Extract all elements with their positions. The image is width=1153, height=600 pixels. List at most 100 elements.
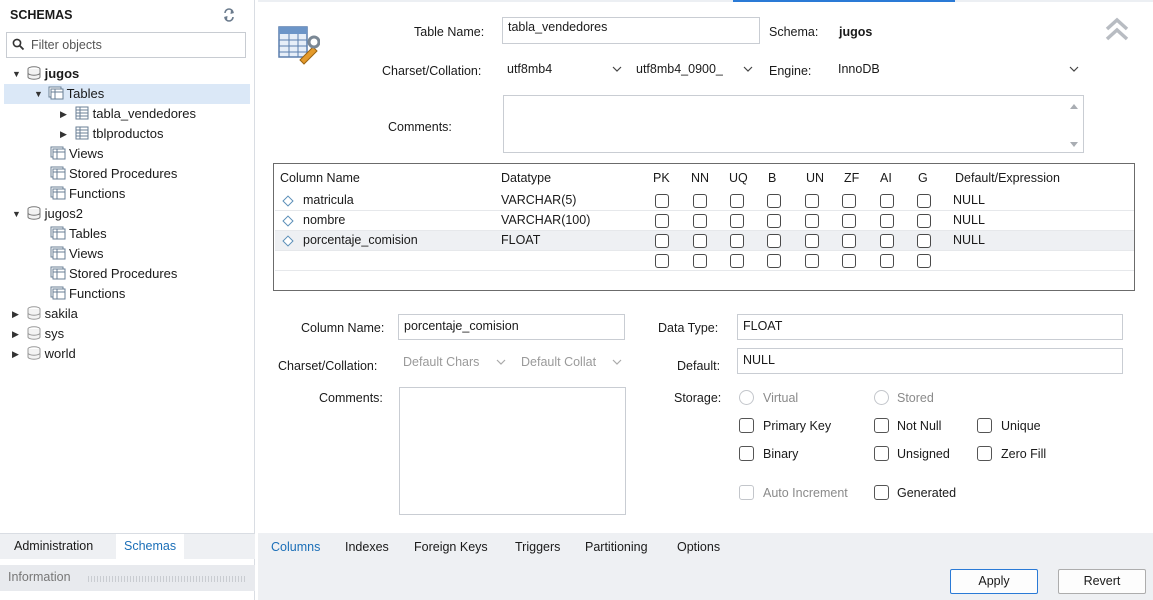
ai-checkbox[interactable] bbox=[880, 234, 894, 248]
schema-jugos[interactable]: ▼ jugos bbox=[12, 64, 79, 84]
default-input[interactable]: NULL bbox=[737, 348, 1123, 374]
tab-indexes[interactable]: Indexes bbox=[345, 540, 389, 554]
header-b[interactable]: B bbox=[768, 171, 776, 185]
table-name-input[interactable]: tabla_vendedores bbox=[502, 17, 760, 44]
pk-checkbox[interactable] bbox=[655, 254, 669, 268]
column-comments-textarea[interactable] bbox=[399, 387, 626, 515]
pk-checkbox[interactable] bbox=[655, 214, 669, 228]
zf-checkbox[interactable] bbox=[842, 254, 856, 268]
tree-item-tables[interactable]: Tables bbox=[50, 224, 107, 244]
refresh-icon[interactable] bbox=[222, 8, 236, 22]
pk-checkbox[interactable] bbox=[655, 194, 669, 208]
pk-checkbox[interactable] bbox=[655, 234, 669, 248]
nn-checkbox[interactable] bbox=[693, 234, 707, 248]
collapsed-arrow-icon[interactable]: ▶ bbox=[60, 124, 70, 144]
generated-checkbox[interactable] bbox=[874, 485, 889, 500]
columns-grid[interactable]: Column Name Datatype PK NN UQ B UN ZF AI… bbox=[273, 163, 1135, 291]
default-cell[interactable]: NULL bbox=[953, 233, 985, 247]
collapse-up-icon[interactable] bbox=[1103, 15, 1131, 43]
primary-key-checkbox[interactable] bbox=[739, 418, 754, 433]
zf-checkbox[interactable] bbox=[842, 234, 856, 248]
expanded-arrow-icon[interactable]: ▼ bbox=[34, 84, 44, 104]
nn-checkbox[interactable] bbox=[693, 214, 707, 228]
tree-item-views[interactable]: Views bbox=[50, 244, 103, 264]
header-datatype[interactable]: Datatype bbox=[501, 171, 551, 185]
tree-item-tblproductos[interactable]: ▶ tblproductos bbox=[60, 124, 163, 144]
expanded-arrow-icon[interactable]: ▼ bbox=[12, 204, 22, 224]
table-row-new[interactable] bbox=[275, 251, 1134, 271]
column-collation-dropdown[interactable]: Default Collat bbox=[517, 350, 627, 374]
data-type-input[interactable]: FLOAT bbox=[737, 314, 1123, 340]
schema-sakila[interactable]: ▶ sakila bbox=[12, 304, 78, 324]
not-null-checkbox[interactable] bbox=[874, 418, 889, 433]
g-checkbox[interactable] bbox=[917, 214, 931, 228]
b-checkbox[interactable] bbox=[767, 194, 781, 208]
tab-options[interactable]: Options bbox=[677, 540, 720, 554]
g-checkbox[interactable] bbox=[917, 194, 931, 208]
zf-checkbox[interactable] bbox=[842, 194, 856, 208]
header-pk[interactable]: PK bbox=[653, 171, 670, 185]
collapsed-arrow-icon[interactable]: ▶ bbox=[12, 344, 22, 364]
datatype-cell[interactable]: VARCHAR(100) bbox=[501, 213, 590, 227]
schema-jugos2[interactable]: ▼ jugos2 bbox=[12, 204, 83, 224]
scroll-arrows-icon[interactable] bbox=[1069, 102, 1079, 148]
charset-dropdown[interactable]: utf8mb4 bbox=[503, 57, 627, 81]
ai-checkbox[interactable] bbox=[880, 214, 894, 228]
header-zf[interactable]: ZF bbox=[844, 171, 859, 185]
stored-radio[interactable] bbox=[874, 390, 889, 405]
column-name-cell[interactable]: nombre bbox=[303, 213, 345, 227]
ai-checkbox[interactable] bbox=[880, 254, 894, 268]
collapsed-arrow-icon[interactable]: ▶ bbox=[12, 324, 22, 344]
column-name-cell[interactable]: porcentaje_comision bbox=[303, 233, 418, 247]
b-checkbox[interactable] bbox=[767, 234, 781, 248]
default-cell[interactable]: NULL bbox=[953, 193, 985, 207]
table-comments-textarea[interactable] bbox=[503, 95, 1084, 153]
unique-checkbox[interactable] bbox=[977, 418, 992, 433]
information-panel-header[interactable]: Information bbox=[0, 565, 255, 591]
column-name-input[interactable]: porcentaje_comision bbox=[398, 314, 625, 340]
uq-checkbox[interactable] bbox=[730, 254, 744, 268]
schema-sys[interactable]: ▶ sys bbox=[12, 324, 64, 344]
filter-objects-input[interactable] bbox=[31, 36, 241, 54]
uq-checkbox[interactable] bbox=[730, 194, 744, 208]
g-checkbox[interactable] bbox=[917, 234, 931, 248]
ai-checkbox[interactable] bbox=[880, 194, 894, 208]
expanded-arrow-icon[interactable]: ▼ bbox=[12, 64, 22, 84]
zf-checkbox[interactable] bbox=[842, 214, 856, 228]
unsigned-checkbox[interactable] bbox=[874, 446, 889, 461]
un-checkbox[interactable] bbox=[805, 234, 819, 248]
collapsed-arrow-icon[interactable]: ▶ bbox=[12, 304, 22, 324]
tree-item-stored-procedures[interactable]: Stored Procedures bbox=[50, 264, 177, 284]
header-nn[interactable]: NN bbox=[691, 171, 709, 185]
virtual-radio[interactable] bbox=[739, 390, 754, 405]
header-column-name[interactable]: Column Name bbox=[280, 171, 360, 185]
header-un[interactable]: UN bbox=[806, 171, 824, 185]
table-row[interactable]: nombre VARCHAR(100) NULL bbox=[275, 211, 1134, 231]
revert-button[interactable]: Revert bbox=[1058, 569, 1146, 594]
nn-checkbox[interactable] bbox=[693, 254, 707, 268]
un-checkbox[interactable] bbox=[805, 214, 819, 228]
uq-checkbox[interactable] bbox=[730, 214, 744, 228]
engine-dropdown[interactable]: InnoDB bbox=[834, 57, 1084, 81]
column-charset-dropdown[interactable]: Default Chars bbox=[399, 350, 511, 374]
apply-button[interactable]: Apply bbox=[950, 569, 1038, 594]
default-cell[interactable]: NULL bbox=[953, 213, 985, 227]
uq-checkbox[interactable] bbox=[730, 234, 744, 248]
nn-checkbox[interactable] bbox=[693, 194, 707, 208]
tab-columns[interactable]: Columns bbox=[271, 540, 320, 554]
header-g[interactable]: G bbox=[918, 171, 928, 185]
un-checkbox[interactable] bbox=[805, 194, 819, 208]
tree-item-functions[interactable]: Functions bbox=[50, 184, 125, 204]
auto-increment-checkbox[interactable] bbox=[739, 485, 754, 500]
tab-foreign-keys[interactable]: Foreign Keys bbox=[414, 540, 488, 554]
collation-dropdown[interactable]: utf8mb4_0900_ bbox=[632, 57, 758, 81]
zero-fill-checkbox[interactable] bbox=[977, 446, 992, 461]
header-default[interactable]: Default/Expression bbox=[955, 171, 1060, 185]
schema-world[interactable]: ▶ world bbox=[12, 344, 76, 364]
filter-objects-field[interactable] bbox=[6, 32, 246, 58]
g-checkbox[interactable] bbox=[917, 254, 931, 268]
header-uq[interactable]: UQ bbox=[729, 171, 748, 185]
b-checkbox[interactable] bbox=[767, 214, 781, 228]
un-checkbox[interactable] bbox=[805, 254, 819, 268]
tab-triggers[interactable]: Triggers bbox=[515, 540, 560, 554]
